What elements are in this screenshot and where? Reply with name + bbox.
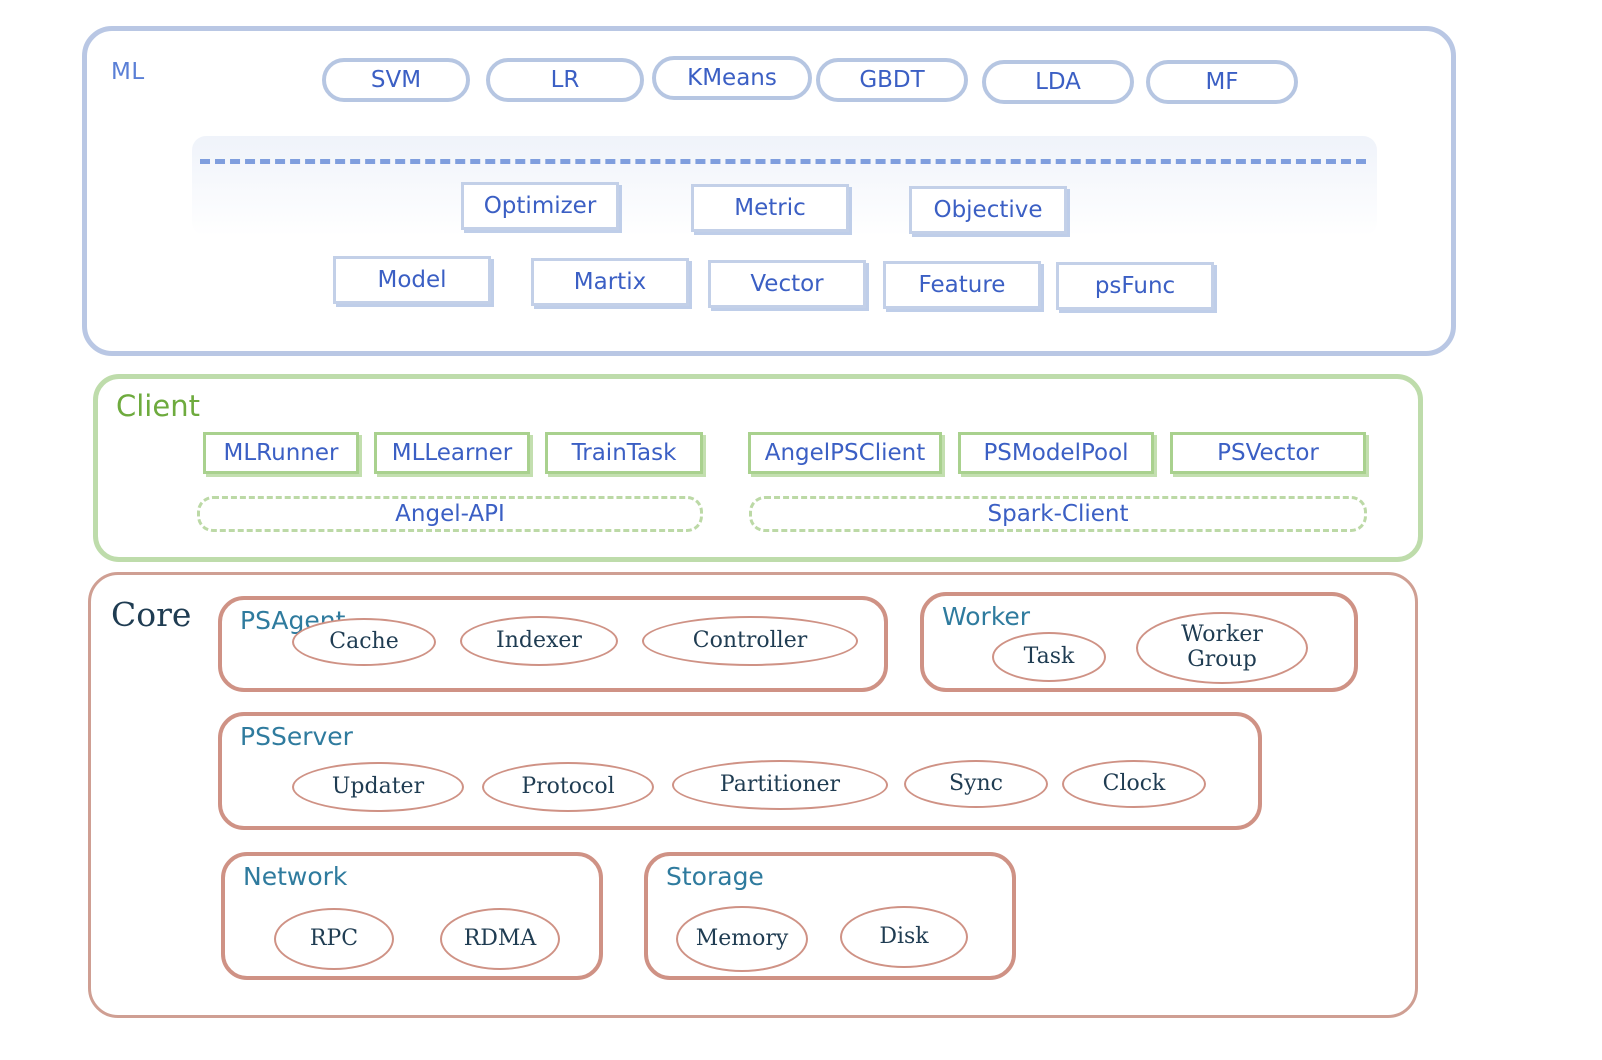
- core-node-ellipse: Updater: [292, 762, 464, 812]
- ml-component-box: Metric: [691, 184, 849, 232]
- core-subsystem-label: PSServer: [240, 722, 353, 751]
- client-component-box: AngelPSClient: [748, 432, 942, 474]
- ml-component-box: Objective: [909, 186, 1067, 234]
- core-node-ellipse: Protocol: [482, 762, 654, 812]
- ml-algorithm-pill: SVM: [322, 58, 470, 102]
- ml-algorithm-pill: GBDT: [816, 58, 968, 102]
- client-component-box: PSModelPool: [958, 432, 1154, 474]
- client-component-box: PSVector: [1170, 432, 1366, 474]
- core-subsystem-network: Network: [221, 852, 603, 980]
- core-node-ellipse: Controller: [642, 616, 858, 666]
- core-layer-label: Core: [111, 595, 192, 634]
- core-node-ellipse: Indexer: [460, 616, 618, 666]
- ml-component-box: Feature: [883, 261, 1041, 309]
- core-node-ellipse: Memory: [676, 906, 808, 972]
- client-api-box: Spark-Client: [749, 496, 1367, 532]
- client-component-box: MLLearner: [374, 432, 530, 474]
- core-node-ellipse: Sync: [904, 760, 1048, 808]
- ml-component-box: Martix: [531, 258, 689, 306]
- ml-component-box: Vector: [708, 260, 866, 308]
- ml-component-box: psFunc: [1056, 262, 1214, 310]
- core-subsystem-label: Worker: [942, 602, 1031, 631]
- core-subsystem-label: Network: [243, 862, 348, 891]
- core-node-ellipse: Worker Group: [1136, 612, 1308, 684]
- client-component-box: MLRunner: [203, 432, 359, 474]
- ml-algorithm-pill: MF: [1146, 60, 1298, 104]
- core-node-ellipse: Partitioner: [672, 760, 888, 810]
- ml-dashed-separator: [200, 159, 1366, 164]
- client-layer-label: Client: [116, 389, 200, 423]
- core-node-ellipse: RPC: [274, 908, 394, 970]
- core-node-ellipse: Clock: [1062, 760, 1206, 808]
- client-component-box: TrainTask: [545, 432, 703, 474]
- core-node-ellipse: Task: [992, 632, 1106, 682]
- ml-layer-label: ML: [111, 59, 145, 85]
- core-node-ellipse: Disk: [840, 906, 968, 968]
- ml-component-box: Optimizer: [461, 182, 619, 230]
- ml-algorithm-pill: KMeans: [652, 56, 812, 100]
- client-api-box: Angel-API: [197, 496, 703, 532]
- core-node-ellipse: RDMA: [440, 908, 560, 970]
- ml-component-box: Model: [333, 256, 491, 304]
- core-subsystem-label: Storage: [666, 862, 764, 891]
- ml-algorithm-pill: LR: [486, 58, 644, 102]
- ml-algorithm-pill: LDA: [982, 60, 1134, 104]
- core-node-ellipse: Cache: [292, 618, 436, 666]
